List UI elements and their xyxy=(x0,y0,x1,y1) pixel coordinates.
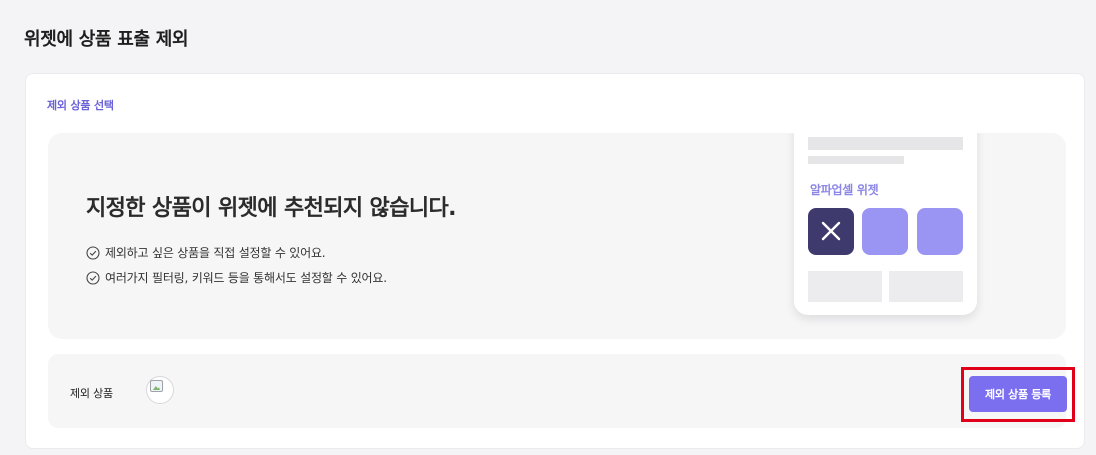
product-tile xyxy=(862,208,908,255)
product-thumbnail xyxy=(146,376,174,404)
placeholder-block xyxy=(889,271,963,302)
excluded-products-row: 제외 상품 제외 상품 등록 xyxy=(48,354,1075,428)
feature-item: 여러가지 필터링, 키워드 등을 통해서도 설정할 수 있어요. xyxy=(86,269,387,286)
placeholder-bar xyxy=(808,137,963,150)
excluded-products-label: 제외 상품 xyxy=(70,387,113,400)
placeholder-bar xyxy=(808,156,904,164)
feature-text: 제외하고 싶은 상품을 직접 설정할 수 있어요. xyxy=(105,246,326,260)
banner-headline: 지정한 상품이 위젯에 추천되지 않습니다. xyxy=(86,196,456,221)
product-tile xyxy=(917,208,963,255)
register-excluded-products-button[interactable]: 제외 상품 등록 xyxy=(969,376,1067,412)
check-circle-icon xyxy=(86,245,100,260)
check-circle-icon xyxy=(86,270,100,285)
excluded-product-tile xyxy=(808,208,854,255)
exclusion-card: 제외 상품 선택 지정한 상품이 위젯에 추천되지 않습니다. 제외하고 싶은 … xyxy=(25,73,1085,449)
widget-title: 알파업셀 위젯 xyxy=(810,183,879,197)
broken-image-icon xyxy=(150,380,163,392)
placeholder-block xyxy=(808,271,882,302)
feature-text: 여러가지 필터링, 키워드 등을 통해서도 설정할 수 있어요. xyxy=(105,271,387,285)
page: 위젯에 상품 표출 제외 제외 상품 선택 지정한 상품이 위젯에 추천되지 않… xyxy=(0,0,1096,455)
widget-illustration: 알파업셀 위젯 xyxy=(794,133,977,315)
page-title: 위젯에 상품 표출 제외 xyxy=(24,29,189,50)
feature-item: 제외하고 싶은 상품을 직접 설정할 수 있어요. xyxy=(86,244,326,261)
info-banner: 지정한 상품이 위젯에 추천되지 않습니다. 제외하고 싶은 상품을 직접 설정… xyxy=(48,133,1066,339)
section-label: 제외 상품 선택 xyxy=(47,99,114,112)
